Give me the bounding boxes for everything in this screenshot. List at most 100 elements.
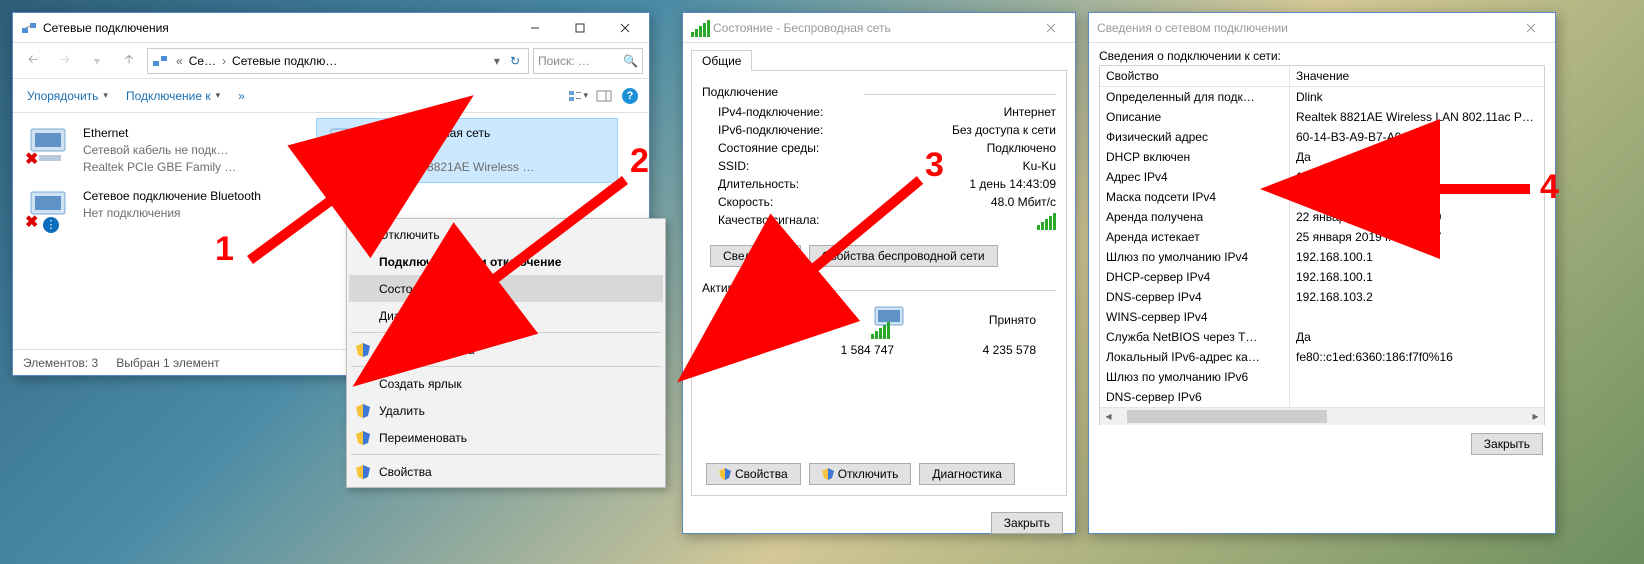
breadcrumb-seg-1[interactable]: Се… — [185, 54, 220, 68]
nav-recent-button[interactable]: ▾ — [83, 47, 111, 75]
table-row[interactable]: Определенный для подк…Dlink — [1100, 87, 1544, 107]
ctx-status[interactable]: Состояние — [349, 275, 663, 302]
search-placeholder: Поиск: … — [538, 54, 590, 68]
table-row[interactable]: Маска подсети IPv4255.255.255.0 — [1100, 187, 1544, 207]
header-value[interactable]: Значение — [1290, 66, 1544, 86]
cell-value: 192.168.103.2 — [1290, 287, 1544, 307]
cell-property: Определенный для подк… — [1100, 87, 1290, 107]
ctx-connect-disconnect[interactable]: Подключение или отключение — [349, 248, 663, 275]
header-property[interactable]: Свойство — [1100, 66, 1290, 86]
table-row[interactable]: Служба NetBIOS через T…Да — [1100, 327, 1544, 347]
signal-icon — [691, 20, 707, 36]
error-x-icon: ✖ — [25, 212, 38, 232]
kv-key: IPv6-подключение: — [718, 123, 823, 137]
cell-property: Маска подсети IPv4 — [1100, 187, 1290, 207]
scroll-right-icon[interactable]: ▸ — [1527, 408, 1544, 425]
table-row[interactable]: Шлюз по умолчанию IPv6 — [1100, 367, 1544, 387]
cell-property: DNS-сервер IPv6 — [1100, 387, 1290, 407]
shield-icon — [356, 343, 370, 357]
cell-value: 25 января 2019 г. 12:49:37 — [1290, 227, 1544, 247]
scroll-thumb[interactable] — [1127, 410, 1327, 423]
table-row[interactable]: Аренда истекает25 января 2019 г. 12:49:3… — [1100, 227, 1544, 247]
nav-up-button[interactable]: 🡡 — [115, 47, 143, 75]
connect-to-button[interactable]: Подключение к — [120, 85, 226, 107]
table-row[interactable]: DNS-сервер IPv4192.168.103.2 — [1100, 287, 1544, 307]
table-row[interactable]: DNS-сервер IPv6 — [1100, 387, 1544, 407]
adapter-bluetooth[interactable]: ✖ ⋮ Сетевое подключение Bluetooth Нет по… — [17, 182, 317, 238]
close-button[interactable] — [602, 14, 647, 42]
cell-property: Аренда получена — [1100, 207, 1290, 227]
ctx-diagnose[interactable]: Диагностика — [349, 302, 663, 329]
wireless-props-button[interactable]: Свойства беспроводной сети — [809, 245, 998, 267]
cell-property: DHCP-сервер IPv4 — [1100, 267, 1290, 287]
ctx-label: Удалить — [379, 404, 425, 418]
table-row[interactable]: ОписаниеRealtek 8821AE Wireless LAN 802.… — [1100, 107, 1544, 127]
maximize-button[interactable] — [557, 14, 602, 42]
table-row[interactable]: Локальный IPv6-адрес ка…fe80::c1ed:6360:… — [1100, 347, 1544, 367]
disable-button[interactable]: Отключить — [809, 463, 912, 485]
diagnose-button[interactable]: Диагностика — [919, 463, 1015, 485]
cell-property: Адрес IPv4 — [1100, 167, 1290, 187]
ctx-properties[interactable]: Свойства — [349, 458, 663, 485]
table-row[interactable]: Шлюз по умолчанию IPv4192.168.100.1 — [1100, 247, 1544, 267]
breadcrumb-seg-2[interactable]: Сетевые подклю… — [228, 54, 341, 68]
ctx-bridge[interactable]: Настройка моста — [349, 336, 663, 363]
properties-button[interactable]: Свойства — [706, 463, 801, 485]
details-button[interactable]: Сведения... — [710, 245, 801, 267]
cell-property: Физический адрес — [1100, 127, 1290, 147]
adapter-status: Нет подключения — [83, 205, 261, 222]
close-dialog-button[interactable]: Закрыть — [1471, 433, 1543, 455]
tab-general[interactable]: Общие — [691, 50, 752, 71]
details-caption: Сведения о подключении к сети: — [1089, 43, 1555, 65]
cell-value: 255.255.255.0 — [1290, 187, 1544, 207]
breadcrumb-icon — [152, 53, 168, 69]
cell-value — [1290, 387, 1544, 407]
nav-forward-button[interactable]: 🡢 — [51, 47, 79, 75]
table-row[interactable]: Физический адрес60-14-B3-A9-B7-A9 — [1100, 127, 1544, 147]
view-options-button[interactable]: ▾ — [567, 85, 589, 107]
preview-pane-button[interactable] — [593, 85, 615, 107]
nav-back-button[interactable]: 🡠 — [19, 47, 47, 75]
table-row[interactable]: Аренда получена22 января 2019 г. 22:23:3… — [1100, 207, 1544, 227]
cell-property: DHCP включен — [1100, 147, 1290, 167]
table-row[interactable]: DHCP-сервер IPv4192.168.100.1 — [1100, 267, 1544, 287]
close-button[interactable] — [1508, 14, 1553, 42]
search-input[interactable]: Поиск: … 🔍 — [533, 48, 643, 74]
table-row[interactable]: Адрес IPv4192.168.100.8 — [1100, 167, 1544, 187]
group-connection: Подключение — [702, 85, 778, 99]
separator — [351, 454, 661, 455]
table-row[interactable]: WINS-сервер IPv4 — [1100, 307, 1544, 327]
search-icon: 🔍 — [623, 54, 638, 68]
kv-key: IPv4-подключение: — [718, 105, 823, 119]
titlebar[interactable]: Сетевые подключения — [13, 13, 649, 43]
help-button[interactable]: ? — [619, 85, 641, 107]
ctx-disable[interactable]: Отключить — [349, 221, 663, 248]
titlebar[interactable]: Состояние - Беспроводная сеть — [683, 13, 1075, 43]
horizontal-scrollbar[interactable]: ◂ ▸ — [1100, 407, 1544, 424]
adapter-status: Сетевой кабель не подк… — [83, 142, 236, 159]
breadcrumb-dropdown-icon[interactable]: ▾ — [490, 54, 504, 68]
minimize-button[interactable] — [512, 14, 557, 42]
close-dialog-button[interactable]: Закрыть — [991, 512, 1063, 534]
activity-icon — [869, 303, 909, 337]
breadcrumb[interactable]: « Се… › Сетевые подклю… ▾ ↻ — [147, 48, 529, 74]
titlebar[interactable]: Сведения о сетевом подключении — [1089, 13, 1555, 43]
overflow-button[interactable]: » — [232, 85, 251, 107]
cell-value: Dlink — [1290, 87, 1544, 107]
cell-value: Да — [1290, 327, 1544, 347]
ctx-rename[interactable]: Переименовать — [349, 424, 663, 451]
cell-value: 60-14-B3-A9-B7-A9 — [1290, 127, 1544, 147]
adapter-ethernet[interactable]: ✖ Ethernet Сетевой кабель не подк… Realt… — [17, 119, 317, 182]
command-bar: Упорядочить Подключение к » ▾ ? — [13, 79, 649, 113]
ctx-delete[interactable]: Удалить — [349, 397, 663, 424]
cell-value: fe80::c1ed:6360:186:f7f0%16 — [1290, 347, 1544, 367]
table-row[interactable]: DHCP включенДа — [1100, 147, 1544, 167]
bytes-sent: 1 584 747 — [752, 343, 983, 357]
organize-button[interactable]: Упорядочить — [21, 85, 114, 107]
ctx-shortcut[interactable]: Создать ярлык — [349, 370, 663, 397]
scroll-left-icon[interactable]: ◂ — [1100, 408, 1117, 425]
close-button[interactable] — [1028, 14, 1073, 42]
adapter-wireless[interactable]: Беспроводная сеть Ku-Ku Realtek 8821AE W… — [317, 119, 617, 182]
separator — [351, 332, 661, 333]
refresh-icon[interactable]: ↻ — [506, 54, 524, 68]
